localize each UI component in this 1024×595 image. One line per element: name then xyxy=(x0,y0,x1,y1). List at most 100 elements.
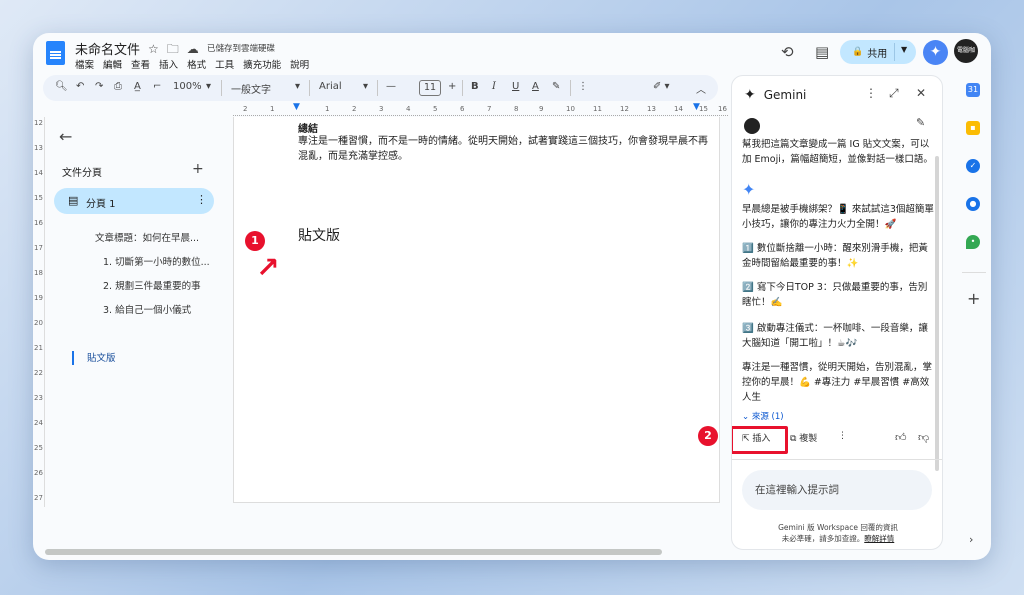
ruler-tick: 15 xyxy=(699,105,708,113)
paragraph-style-select[interactable]: 一般文字 xyxy=(231,81,271,96)
menu-insert[interactable]: 插入 xyxy=(159,57,178,71)
ruler-tick: 2 xyxy=(243,105,248,113)
response-paragraph: 1️⃣ 數位斷捨離一小時：醒來別滑手機，把黃金時間留給最重要的事！✨ xyxy=(742,243,928,269)
zoom-select[interactable]: 100% xyxy=(173,81,202,92)
underline-icon[interactable]: U xyxy=(512,81,519,92)
share-dropdown-icon[interactable]: ▼ xyxy=(901,45,907,54)
menu-format[interactable]: 格式 xyxy=(187,57,206,71)
ruler-tick: 6 xyxy=(460,105,465,113)
move-folder-icon[interactable]: 🗀 xyxy=(167,42,187,56)
print-icon[interactable]: ⎙ xyxy=(114,81,122,92)
maps-icon[interactable]: • xyxy=(966,235,980,249)
gemini-more-icon[interactable]: ⋮ xyxy=(865,86,877,100)
side-app-rail: 31 ▪ ✓ ● • + › xyxy=(957,75,991,546)
tasks-icon[interactable]: ✓ xyxy=(966,159,980,173)
menu-edit[interactable]: 編輯 xyxy=(103,57,122,71)
ruler-tick: 1 xyxy=(325,105,330,113)
gemini-header: ✦ Gemini xyxy=(744,87,806,103)
horizontal-scrollbar[interactable] xyxy=(45,549,662,555)
italic-icon[interactable]: I xyxy=(492,81,496,92)
document-title[interactable]: 未命名文件 xyxy=(75,39,140,58)
response-more-icon[interactable]: ⋮ xyxy=(838,431,847,441)
document-page[interactable]: 總結 專注是一種習慣，而不是一時的情緒。從明天開始，試著實踐這三個技巧，你會發現… xyxy=(233,117,720,503)
search-menu-icon[interactable]: 🔍︎ xyxy=(55,81,68,92)
keep-icon[interactable]: ▪ xyxy=(966,121,980,135)
highlight-icon[interactable]: ✎ xyxy=(552,81,560,92)
avatar[interactable]: 電腦咖 xyxy=(954,39,978,63)
vertical-ruler[interactable]: 12 13 14 15 16 17 18 19 20 21 22 23 24 2… xyxy=(33,117,45,507)
horizontal-ruler[interactable]: 2 1 ▼ 1 2 3 4 5 6 7 8 9 10 11 12 13 14 ▼… xyxy=(233,102,728,116)
ruler-tick: 5 xyxy=(433,105,438,113)
edit-prompt-icon[interactable]: ✎ xyxy=(916,116,925,129)
vruler-tick: 27 xyxy=(34,494,43,502)
copy-button[interactable]: ⧉ 複製 xyxy=(790,431,817,444)
indent-marker-icon[interactable]: ▼ xyxy=(293,102,300,112)
step-badge-1: 1 xyxy=(245,231,265,251)
outline-item-1[interactable]: 1. 切斷第一小時的數位... xyxy=(103,254,210,268)
prompt-input[interactable]: 在這裡輸入提示詞 xyxy=(742,470,932,510)
text-color-icon[interactable]: A xyxy=(532,81,539,92)
learn-more-link[interactable]: 瞭解詳情 xyxy=(864,534,894,543)
thumbs-down-icon[interactable]: 👎︎ xyxy=(918,431,929,444)
expand-icon[interactable]: ⤢ xyxy=(889,86,899,101)
redo-icon[interactable]: ↷ xyxy=(95,81,103,92)
expand-rail-icon[interactable]: › xyxy=(969,533,973,546)
spellcheck-icon[interactable]: A̲ xyxy=(134,81,141,92)
tab-more-icon[interactable]: ⋮ xyxy=(196,193,207,206)
font-size-input[interactable]: 11 xyxy=(419,80,441,96)
add-tab-icon[interactable]: + xyxy=(192,161,204,177)
ruler-tick: 4 xyxy=(406,105,411,113)
more-options-icon[interactable]: ⋮ xyxy=(578,81,588,92)
outline-item-2[interactable]: 2. 規劃三件最重要的事 xyxy=(103,278,201,292)
comments-icon[interactable]: ▤ xyxy=(815,43,829,61)
disclaimer-line1: Gemini 版 Workspace 回覆的資訊 xyxy=(778,523,898,532)
tab-item-1[interactable]: ▤ 分頁 1 ⋮ xyxy=(54,188,214,214)
gemini-divider xyxy=(732,459,942,460)
back-arrow-icon[interactable]: ← xyxy=(59,127,72,146)
zoom-dropdown-icon[interactable]: ▾ xyxy=(206,81,211,92)
version-history-icon[interactable]: ⟲ xyxy=(781,43,794,61)
decrease-font-icon[interactable]: — xyxy=(386,81,396,92)
sources-toggle[interactable]: ⌄ 來源 (1) xyxy=(742,410,784,422)
vruler-tick: 21 xyxy=(34,344,43,352)
undo-icon[interactable]: ↶ xyxy=(76,81,84,92)
vruler-tick: 12 xyxy=(34,119,43,127)
body-paragraph: 專注是一種習慣，而不是一時的情緒。從明天開始，試著實踐這三個技巧，你會發現早晨不… xyxy=(298,136,708,162)
font-dropdown-icon[interactable]: ▾ xyxy=(363,81,368,92)
contacts-icon[interactable]: ● xyxy=(966,197,980,211)
gemini-scrollbar[interactable] xyxy=(935,156,939,471)
outline-item-post[interactable]: 貼文版 xyxy=(87,350,116,364)
insert-button[interactable]: ⇱ 插入 xyxy=(742,431,770,444)
style-dropdown-icon[interactable]: ▾ xyxy=(295,81,300,92)
menu-tools[interactable]: 工具 xyxy=(215,57,234,71)
editing-mode-icon[interactable]: ✐ ▾ xyxy=(653,81,670,92)
menu-bar: 檔案 編輯 查看 插入 格式 工具 擴充功能 說明 xyxy=(75,57,309,71)
bold-icon[interactable]: B xyxy=(471,81,479,92)
menu-extensions[interactable]: 擴充功能 xyxy=(243,57,281,71)
menu-file[interactable]: 檔案 xyxy=(75,57,94,71)
paint-format-icon[interactable]: ⌐ xyxy=(153,81,161,92)
vruler-tick: 13 xyxy=(34,144,43,152)
cloud-saved-icon: ☁ xyxy=(186,42,207,56)
document-tabs-heading: 文件分頁 xyxy=(62,168,102,179)
gemini-sparkle-button[interactable]: ✦ xyxy=(923,40,948,65)
annotation-arrow-icon: ↗ xyxy=(256,251,280,284)
docs-logo-icon[interactable] xyxy=(46,41,65,65)
star-icon[interactable]: ☆ xyxy=(148,42,167,56)
menu-help[interactable]: 說明 xyxy=(290,57,309,71)
vruler-tick: 23 xyxy=(34,394,43,402)
share-button[interactable]: 🔒 共用 ▼ xyxy=(840,40,916,64)
thumbs-up-icon[interactable]: 👍︎ xyxy=(895,431,907,444)
collapse-toolbar-icon[interactable]: ︿ xyxy=(696,81,706,96)
increase-font-icon[interactable]: + xyxy=(448,81,456,92)
add-addon-icon[interactable]: + xyxy=(967,289,980,308)
vruler-tick: 15 xyxy=(34,194,43,202)
formatting-toolbar: 🔍︎ ↶ ↷ ⎙ A̲ ⌐ 100% ▾ 一般文字 ▾ Arial ▾ — 11… xyxy=(43,75,718,101)
copy-label: 複製 xyxy=(799,434,818,444)
outline-item-3[interactable]: 3. 給自己一個小儀式 xyxy=(103,302,191,316)
calendar-icon[interactable]: 31 xyxy=(966,83,980,97)
close-icon[interactable]: ✕ xyxy=(916,86,926,100)
menu-view[interactable]: 查看 xyxy=(131,57,150,71)
font-select[interactable]: Arial xyxy=(319,81,342,92)
outline-item-title[interactable]: 文章標題：如何在早晨... xyxy=(95,230,199,244)
